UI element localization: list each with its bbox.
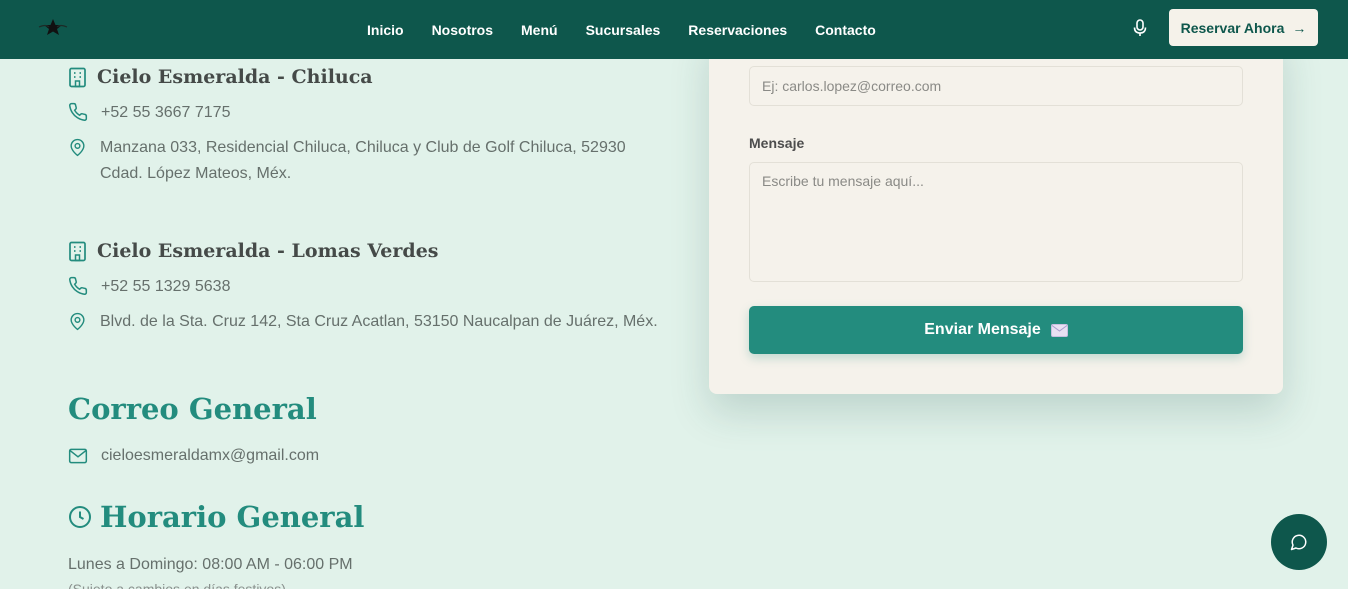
branch-phone-row: +52 55 1329 5638 bbox=[68, 274, 658, 300]
branch-title-row: Cielo Esmeralda - Lomas Verdes bbox=[68, 240, 658, 262]
phone-icon bbox=[69, 102, 88, 121]
nav-menu[interactable]: Menú bbox=[521, 22, 558, 38]
hours-section-title-text: Horario General bbox=[100, 500, 365, 534]
map-pin-icon bbox=[70, 138, 85, 157]
map-pin-icon bbox=[70, 312, 85, 331]
branch-name: Cielo Esmeralda - Lomas Verdes bbox=[97, 240, 439, 262]
branch-address-row: Manzana 033, Residencial Chiluca, Chiluc… bbox=[68, 135, 626, 187]
email-field[interactable] bbox=[749, 66, 1243, 106]
message-field[interactable] bbox=[749, 162, 1243, 282]
main-nav: Inicio Nosotros Menú Sucursales Reservac… bbox=[367, 0, 904, 59]
branch-name: Cielo Esmeralda - Chiluca bbox=[97, 66, 373, 88]
address-line-1: Manzana 033, Residencial Chiluca, Chiluc… bbox=[100, 139, 626, 156]
send-message-label: Enviar Mensaje bbox=[924, 321, 1041, 338]
hours-note: (Sujeto a cambios en días festivos) bbox=[68, 581, 286, 589]
message-label: Mensaje bbox=[749, 135, 805, 151]
contact-form-card: Mensaje Enviar Mensaje bbox=[709, 30, 1283, 394]
branch-phone[interactable]: +52 55 1329 5638 bbox=[101, 274, 230, 300]
branch-phone-row: +52 55 3667 7175 bbox=[68, 100, 626, 126]
logo-icon[interactable] bbox=[36, 16, 70, 38]
email-row: cieloesmeraldamx@gmail.com bbox=[68, 447, 319, 465]
nav-contacto[interactable]: Contacto bbox=[815, 22, 876, 38]
branch-phone[interactable]: +52 55 3667 7175 bbox=[101, 100, 230, 126]
nav-nosotros[interactable]: Nosotros bbox=[432, 22, 493, 38]
mail-icon bbox=[68, 448, 88, 464]
nav-sucursales[interactable]: Sucursales bbox=[586, 22, 661, 38]
branch-title-row: Cielo Esmeralda - Chiluca bbox=[68, 66, 626, 88]
nav-inicio[interactable]: Inicio bbox=[367, 22, 404, 38]
nav-reservaciones[interactable]: Reservaciones bbox=[688, 22, 787, 38]
general-email[interactable]: cieloesmeraldamx@gmail.com bbox=[101, 447, 319, 465]
arrow-right-icon: → bbox=[1292, 19, 1307, 36]
building-icon bbox=[69, 67, 86, 87]
hours-section-title: Horario General bbox=[68, 500, 364, 534]
branch-address: Manzana 033, Residencial Chiluca, Chiluc… bbox=[100, 135, 626, 187]
phone-icon bbox=[69, 276, 88, 295]
chat-bubble-icon bbox=[1290, 534, 1307, 551]
send-message-button[interactable]: Enviar Mensaje bbox=[749, 306, 1243, 354]
clock-icon bbox=[69, 506, 91, 528]
top-navbar: Inicio Nosotros Menú Sucursales Reservac… bbox=[0, 0, 1348, 59]
email-section-title-text: Correo General bbox=[68, 392, 317, 426]
email-section-title: Correo General bbox=[68, 392, 317, 426]
branch-chiluca: Cielo Esmeralda - Chiluca +52 55 3667 71… bbox=[68, 66, 626, 187]
reserve-now-button[interactable]: Reservar Ahora → bbox=[1169, 9, 1318, 46]
branch-address: Blvd. de la Sta. Cruz 142, Sta Cruz Acat… bbox=[100, 313, 658, 330]
microphone-icon[interactable] bbox=[1131, 18, 1149, 38]
address-line-2: Cdad. López Mateos, Méx. bbox=[100, 165, 292, 182]
building-icon bbox=[69, 241, 86, 261]
envelope-icon bbox=[1050, 323, 1068, 337]
branch-address-row: Blvd. de la Sta. Cruz 142, Sta Cruz Acat… bbox=[68, 309, 658, 335]
reserve-now-label: Reservar Ahora bbox=[1180, 19, 1285, 36]
chat-button[interactable] bbox=[1271, 514, 1327, 570]
branch-lomas-verdes: Cielo Esmeralda - Lomas Verdes +52 55 13… bbox=[68, 240, 658, 335]
hours-line: Lunes a Domingo: 08:00 AM - 06:00 PM bbox=[68, 556, 353, 573]
